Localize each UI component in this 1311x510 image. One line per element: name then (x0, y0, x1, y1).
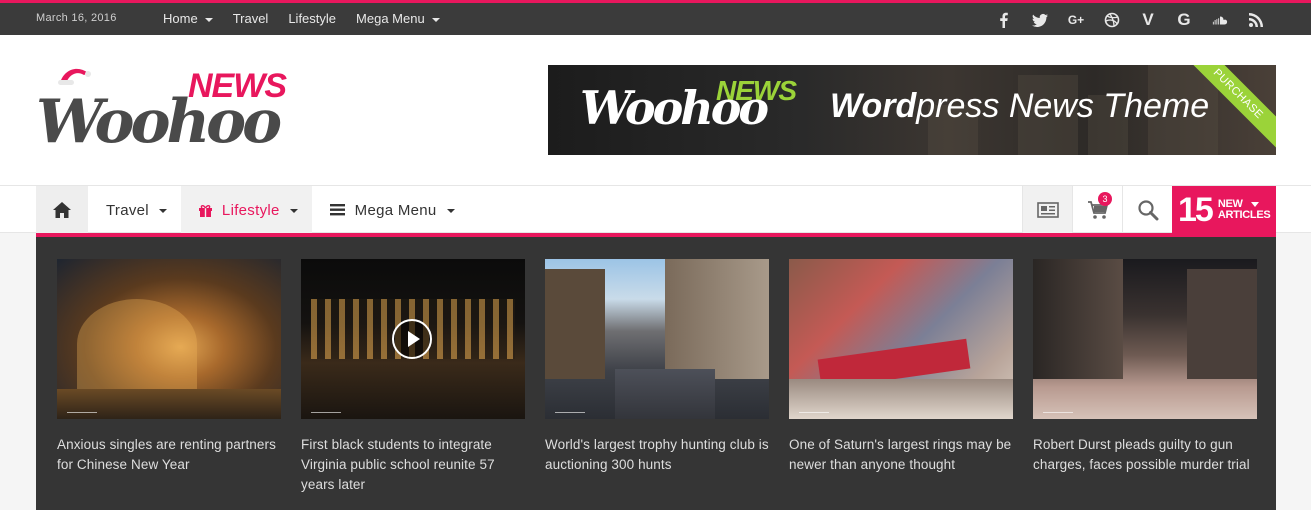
post-list: Anxious singles are renting partners for… (57, 259, 1257, 495)
site-header: NEWS Woohoo NEWS Woohoo Wordpress News T… (0, 35, 1311, 185)
top-nav-lifestyle[interactable]: Lifestyle (288, 11, 336, 26)
banner-script-text: Woohoo (580, 81, 769, 135)
news-reader-button[interactable] (1022, 186, 1072, 234)
chevron-down-icon (289, 209, 298, 213)
top-nav-travel-label: Travel (232, 11, 269, 26)
list-icon (329, 204, 345, 216)
chevron-down-icon (446, 209, 455, 213)
chevron-down-icon (204, 17, 213, 22)
nav-travel-label: Travel (106, 201, 149, 219)
play-video-icon[interactable] (392, 319, 432, 359)
chevron-down-icon (431, 17, 440, 22)
watermark (1043, 405, 1073, 413)
post-title[interactable]: One of Saturn's largest rings may be new… (789, 435, 1013, 475)
chevron-down-icon (158, 209, 167, 213)
top-nav-mega-menu[interactable]: Mega Menu (356, 11, 440, 26)
watermark (799, 405, 829, 413)
new-articles-label: NEW ARTICLES (1218, 199, 1271, 221)
nav-actions: 3 15 NEW ARTICLES (1022, 186, 1276, 234)
post-thumbnail[interactable] (1033, 259, 1257, 419)
top-bar: March 16, 2016 Home Travel Lifestyle Meg… (0, 0, 1311, 35)
main-navigation: Travel Lifestyle Mega Menu 3 15 NEW ARTIC… (0, 185, 1311, 234)
nav-travel[interactable]: Travel (88, 186, 181, 234)
cart-count-badge: 3 (1098, 192, 1112, 206)
google-icon[interactable]: G (1173, 10, 1195, 30)
current-date: March 16, 2016 (36, 12, 117, 24)
santa-hat-icon (58, 68, 91, 85)
post-title[interactable]: First black students to integrate Virgin… (301, 435, 525, 495)
soundcloud-icon[interactable] (1209, 10, 1231, 30)
post-title[interactable]: Anxious singles are renting partners for… (57, 435, 281, 475)
post-card[interactable]: One of Saturn's largest rings may be new… (789, 259, 1013, 495)
new-articles-button[interactable]: 15 NEW ARTICLES (1172, 186, 1276, 234)
new-articles-count: 15 (1178, 190, 1214, 229)
vimeo-icon[interactable]: V (1137, 10, 1159, 30)
banner-tagline: Wordpress News Theme (830, 87, 1209, 126)
top-nav-home-label: Home (163, 11, 198, 26)
post-thumbnail[interactable] (301, 259, 525, 419)
dribbble-icon[interactable] (1101, 10, 1123, 30)
nav-lifestyle-label: Lifestyle (221, 201, 280, 219)
rss-icon[interactable] (1245, 10, 1267, 30)
top-nav-travel[interactable]: Travel (233, 11, 269, 26)
search-icon (1137, 200, 1158, 221)
twitter-icon[interactable] (1029, 10, 1051, 30)
advertisement-banner[interactable]: NEWS Woohoo Wordpress News Theme PURCHAS… (548, 65, 1276, 155)
home-button[interactable] (36, 186, 88, 234)
site-logo[interactable]: NEWS Woohoo (36, 65, 287, 160)
social-links: G+ V G (993, 10, 1267, 30)
top-nav-home[interactable]: Home (163, 11, 213, 26)
nav-mega-menu[interactable]: Mega Menu (312, 186, 469, 234)
post-card[interactable]: World's largest trophy hunting club is a… (545, 259, 769, 495)
banner-tagline-bold: Word (830, 87, 917, 125)
post-title[interactable]: World's largest trophy hunting club is a… (545, 435, 769, 475)
new-articles-line2: ARTICLES (1217, 209, 1271, 221)
chevron-down-icon (1250, 201, 1259, 207)
search-button[interactable] (1122, 186, 1172, 234)
watermark (67, 405, 97, 413)
top-nav-lifestyle-label: Lifestyle (288, 11, 337, 26)
watermark (555, 405, 585, 413)
mega-menu-dropdown: Anxious singles are renting partners for… (36, 233, 1276, 510)
facebook-icon[interactable] (993, 10, 1015, 30)
post-card[interactable]: First black students to integrate Virgin… (301, 259, 525, 495)
post-thumbnail[interactable] (545, 259, 769, 419)
post-card[interactable]: Anxious singles are renting partners for… (57, 259, 281, 495)
post-card[interactable]: Robert Durst pleads guilty to gun charge… (1033, 259, 1257, 495)
post-thumbnail[interactable] (57, 259, 281, 419)
top-nav-mega-menu-label: Mega Menu (356, 11, 425, 26)
gift-icon (198, 204, 212, 217)
nav-lifestyle[interactable]: Lifestyle (180, 186, 312, 234)
cart-button[interactable]: 3 (1072, 186, 1122, 234)
logo-script-text: Woohoo (36, 87, 282, 157)
newspaper-icon (1036, 202, 1059, 218)
top-navigation: Home Travel Lifestyle Mega Menu (163, 11, 460, 26)
google-plus-icon[interactable]: G+ (1065, 10, 1087, 30)
post-thumbnail[interactable] (789, 259, 1013, 419)
home-icon (53, 202, 71, 218)
watermark (311, 405, 341, 413)
banner-tagline-rest: press News Theme (916, 87, 1210, 125)
nav-mega-menu-label: Mega Menu (354, 201, 437, 219)
post-title[interactable]: Robert Durst pleads guilty to gun charge… (1033, 435, 1257, 475)
